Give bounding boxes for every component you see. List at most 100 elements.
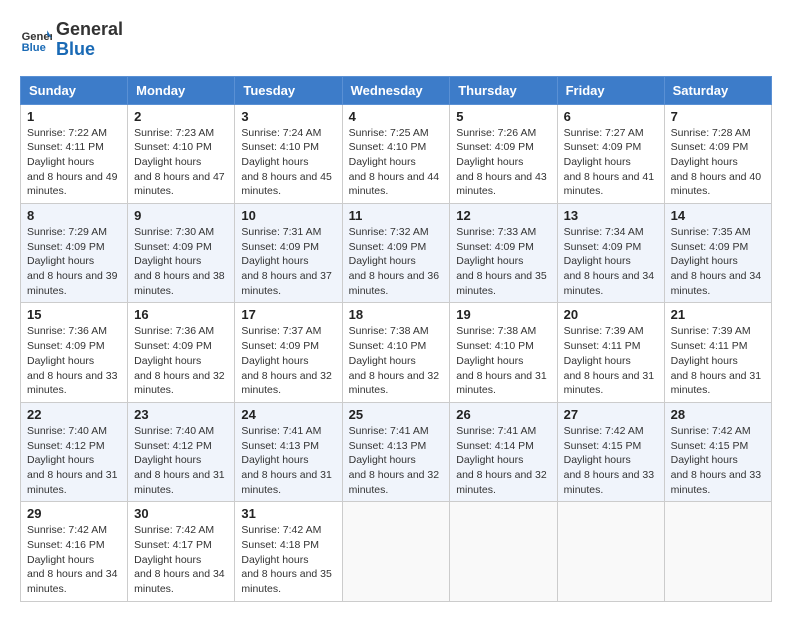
weekday-header-row: SundayMondayTuesdayWednesdayThursdayFrid…	[21, 76, 772, 104]
calendar-table: SundayMondayTuesdayWednesdayThursdayFrid…	[20, 76, 772, 602]
day-info: Sunrise: 7:39 AM Sunset: 4:11 PM Dayligh…	[564, 324, 658, 397]
week-row-5: 29 Sunrise: 7:42 AM Sunset: 4:16 PM Dayl…	[21, 502, 772, 601]
day-info: Sunrise: 7:37 AM Sunset: 4:09 PM Dayligh…	[241, 324, 335, 397]
calendar-cell	[450, 502, 557, 601]
calendar-cell: 13 Sunrise: 7:34 AM Sunset: 4:09 PM Dayl…	[557, 204, 664, 303]
calendar-cell: 22 Sunrise: 7:40 AM Sunset: 4:12 PM Dayl…	[21, 402, 128, 501]
week-row-2: 8 Sunrise: 7:29 AM Sunset: 4:09 PM Dayli…	[21, 204, 772, 303]
day-info: Sunrise: 7:40 AM Sunset: 4:12 PM Dayligh…	[134, 424, 228, 497]
calendar-cell: 2 Sunrise: 7:23 AM Sunset: 4:10 PM Dayli…	[128, 104, 235, 203]
calendar-cell: 8 Sunrise: 7:29 AM Sunset: 4:09 PM Dayli…	[21, 204, 128, 303]
day-info: Sunrise: 7:38 AM Sunset: 4:10 PM Dayligh…	[349, 324, 444, 397]
calendar-cell: 23 Sunrise: 7:40 AM Sunset: 4:12 PM Dayl…	[128, 402, 235, 501]
day-info: Sunrise: 7:33 AM Sunset: 4:09 PM Dayligh…	[456, 225, 550, 298]
day-number: 6	[564, 109, 658, 124]
day-number: 9	[134, 208, 228, 223]
logo: General Blue General Blue	[20, 20, 123, 60]
day-info: Sunrise: 7:24 AM Sunset: 4:10 PM Dayligh…	[241, 126, 335, 199]
calendar-cell: 25 Sunrise: 7:41 AM Sunset: 4:13 PM Dayl…	[342, 402, 450, 501]
svg-text:Blue: Blue	[22, 42, 46, 54]
day-number: 15	[27, 307, 121, 322]
logo-icon: General Blue	[20, 24, 52, 56]
day-info: Sunrise: 7:22 AM Sunset: 4:11 PM Dayligh…	[27, 126, 121, 199]
day-info: Sunrise: 7:42 AM Sunset: 4:15 PM Dayligh…	[671, 424, 765, 497]
day-info: Sunrise: 7:42 AM Sunset: 4:15 PM Dayligh…	[564, 424, 658, 497]
day-info: Sunrise: 7:32 AM Sunset: 4:09 PM Dayligh…	[349, 225, 444, 298]
day-number: 8	[27, 208, 121, 223]
day-info: Sunrise: 7:25 AM Sunset: 4:10 PM Dayligh…	[349, 126, 444, 199]
day-info: Sunrise: 7:42 AM Sunset: 4:18 PM Dayligh…	[241, 523, 335, 596]
calendar-cell: 24 Sunrise: 7:41 AM Sunset: 4:13 PM Dayl…	[235, 402, 342, 501]
day-number: 25	[349, 407, 444, 422]
day-number: 27	[564, 407, 658, 422]
calendar-cell: 9 Sunrise: 7:30 AM Sunset: 4:09 PM Dayli…	[128, 204, 235, 303]
day-number: 14	[671, 208, 765, 223]
day-number: 31	[241, 506, 335, 521]
day-number: 13	[564, 208, 658, 223]
day-number: 16	[134, 307, 228, 322]
weekday-header-monday: Monday	[128, 76, 235, 104]
calendar-cell	[557, 502, 664, 601]
day-number: 4	[349, 109, 444, 124]
day-info: Sunrise: 7:23 AM Sunset: 4:10 PM Dayligh…	[134, 126, 228, 199]
calendar-cell: 21 Sunrise: 7:39 AM Sunset: 4:11 PM Dayl…	[664, 303, 771, 402]
day-number: 21	[671, 307, 765, 322]
weekday-header-friday: Friday	[557, 76, 664, 104]
day-info: Sunrise: 7:39 AM Sunset: 4:11 PM Dayligh…	[671, 324, 765, 397]
weekday-header-sunday: Sunday	[21, 76, 128, 104]
day-number: 10	[241, 208, 335, 223]
day-info: Sunrise: 7:35 AM Sunset: 4:09 PM Dayligh…	[671, 225, 765, 298]
day-info: Sunrise: 7:26 AM Sunset: 4:09 PM Dayligh…	[456, 126, 550, 199]
calendar-cell: 28 Sunrise: 7:42 AM Sunset: 4:15 PM Dayl…	[664, 402, 771, 501]
calendar-cell: 19 Sunrise: 7:38 AM Sunset: 4:10 PM Dayl…	[450, 303, 557, 402]
day-info: Sunrise: 7:38 AM Sunset: 4:10 PM Dayligh…	[456, 324, 550, 397]
calendar-cell: 5 Sunrise: 7:26 AM Sunset: 4:09 PM Dayli…	[450, 104, 557, 203]
day-info: Sunrise: 7:29 AM Sunset: 4:09 PM Dayligh…	[27, 225, 121, 298]
calendar-cell: 18 Sunrise: 7:38 AM Sunset: 4:10 PM Dayl…	[342, 303, 450, 402]
calendar-cell: 3 Sunrise: 7:24 AM Sunset: 4:10 PM Dayli…	[235, 104, 342, 203]
day-number: 17	[241, 307, 335, 322]
calendar-cell: 4 Sunrise: 7:25 AM Sunset: 4:10 PM Dayli…	[342, 104, 450, 203]
calendar-cell: 20 Sunrise: 7:39 AM Sunset: 4:11 PM Dayl…	[557, 303, 664, 402]
calendar-cell: 26 Sunrise: 7:41 AM Sunset: 4:14 PM Dayl…	[450, 402, 557, 501]
logo-text: General Blue	[56, 20, 123, 60]
day-number: 5	[456, 109, 550, 124]
calendar-cell: 6 Sunrise: 7:27 AM Sunset: 4:09 PM Dayli…	[557, 104, 664, 203]
day-info: Sunrise: 7:41 AM Sunset: 4:13 PM Dayligh…	[241, 424, 335, 497]
day-info: Sunrise: 7:41 AM Sunset: 4:14 PM Dayligh…	[456, 424, 550, 497]
calendar-cell: 29 Sunrise: 7:42 AM Sunset: 4:16 PM Dayl…	[21, 502, 128, 601]
calendar-cell: 14 Sunrise: 7:35 AM Sunset: 4:09 PM Dayl…	[664, 204, 771, 303]
day-number: 11	[349, 208, 444, 223]
day-info: Sunrise: 7:36 AM Sunset: 4:09 PM Dayligh…	[134, 324, 228, 397]
calendar-cell	[664, 502, 771, 601]
calendar-cell	[342, 502, 450, 601]
calendar-cell: 17 Sunrise: 7:37 AM Sunset: 4:09 PM Dayl…	[235, 303, 342, 402]
day-number: 28	[671, 407, 765, 422]
calendar-cell: 27 Sunrise: 7:42 AM Sunset: 4:15 PM Dayl…	[557, 402, 664, 501]
day-info: Sunrise: 7:31 AM Sunset: 4:09 PM Dayligh…	[241, 225, 335, 298]
day-number: 3	[241, 109, 335, 124]
day-number: 30	[134, 506, 228, 521]
day-info: Sunrise: 7:34 AM Sunset: 4:09 PM Dayligh…	[564, 225, 658, 298]
day-number: 20	[564, 307, 658, 322]
calendar-cell: 31 Sunrise: 7:42 AM Sunset: 4:18 PM Dayl…	[235, 502, 342, 601]
day-number: 2	[134, 109, 228, 124]
day-info: Sunrise: 7:41 AM Sunset: 4:13 PM Dayligh…	[349, 424, 444, 497]
calendar-cell: 10 Sunrise: 7:31 AM Sunset: 4:09 PM Dayl…	[235, 204, 342, 303]
day-number: 1	[27, 109, 121, 124]
day-info: Sunrise: 7:42 AM Sunset: 4:16 PM Dayligh…	[27, 523, 121, 596]
day-info: Sunrise: 7:30 AM Sunset: 4:09 PM Dayligh…	[134, 225, 228, 298]
calendar-cell: 11 Sunrise: 7:32 AM Sunset: 4:09 PM Dayl…	[342, 204, 450, 303]
weekday-header-saturday: Saturday	[664, 76, 771, 104]
week-row-4: 22 Sunrise: 7:40 AM Sunset: 4:12 PM Dayl…	[21, 402, 772, 501]
day-number: 19	[456, 307, 550, 322]
day-info: Sunrise: 7:28 AM Sunset: 4:09 PM Dayligh…	[671, 126, 765, 199]
week-row-3: 15 Sunrise: 7:36 AM Sunset: 4:09 PM Dayl…	[21, 303, 772, 402]
day-number: 29	[27, 506, 121, 521]
day-info: Sunrise: 7:42 AM Sunset: 4:17 PM Dayligh…	[134, 523, 228, 596]
calendar-cell: 1 Sunrise: 7:22 AM Sunset: 4:11 PM Dayli…	[21, 104, 128, 203]
calendar-cell: 16 Sunrise: 7:36 AM Sunset: 4:09 PM Dayl…	[128, 303, 235, 402]
day-number: 7	[671, 109, 765, 124]
day-number: 23	[134, 407, 228, 422]
day-number: 22	[27, 407, 121, 422]
